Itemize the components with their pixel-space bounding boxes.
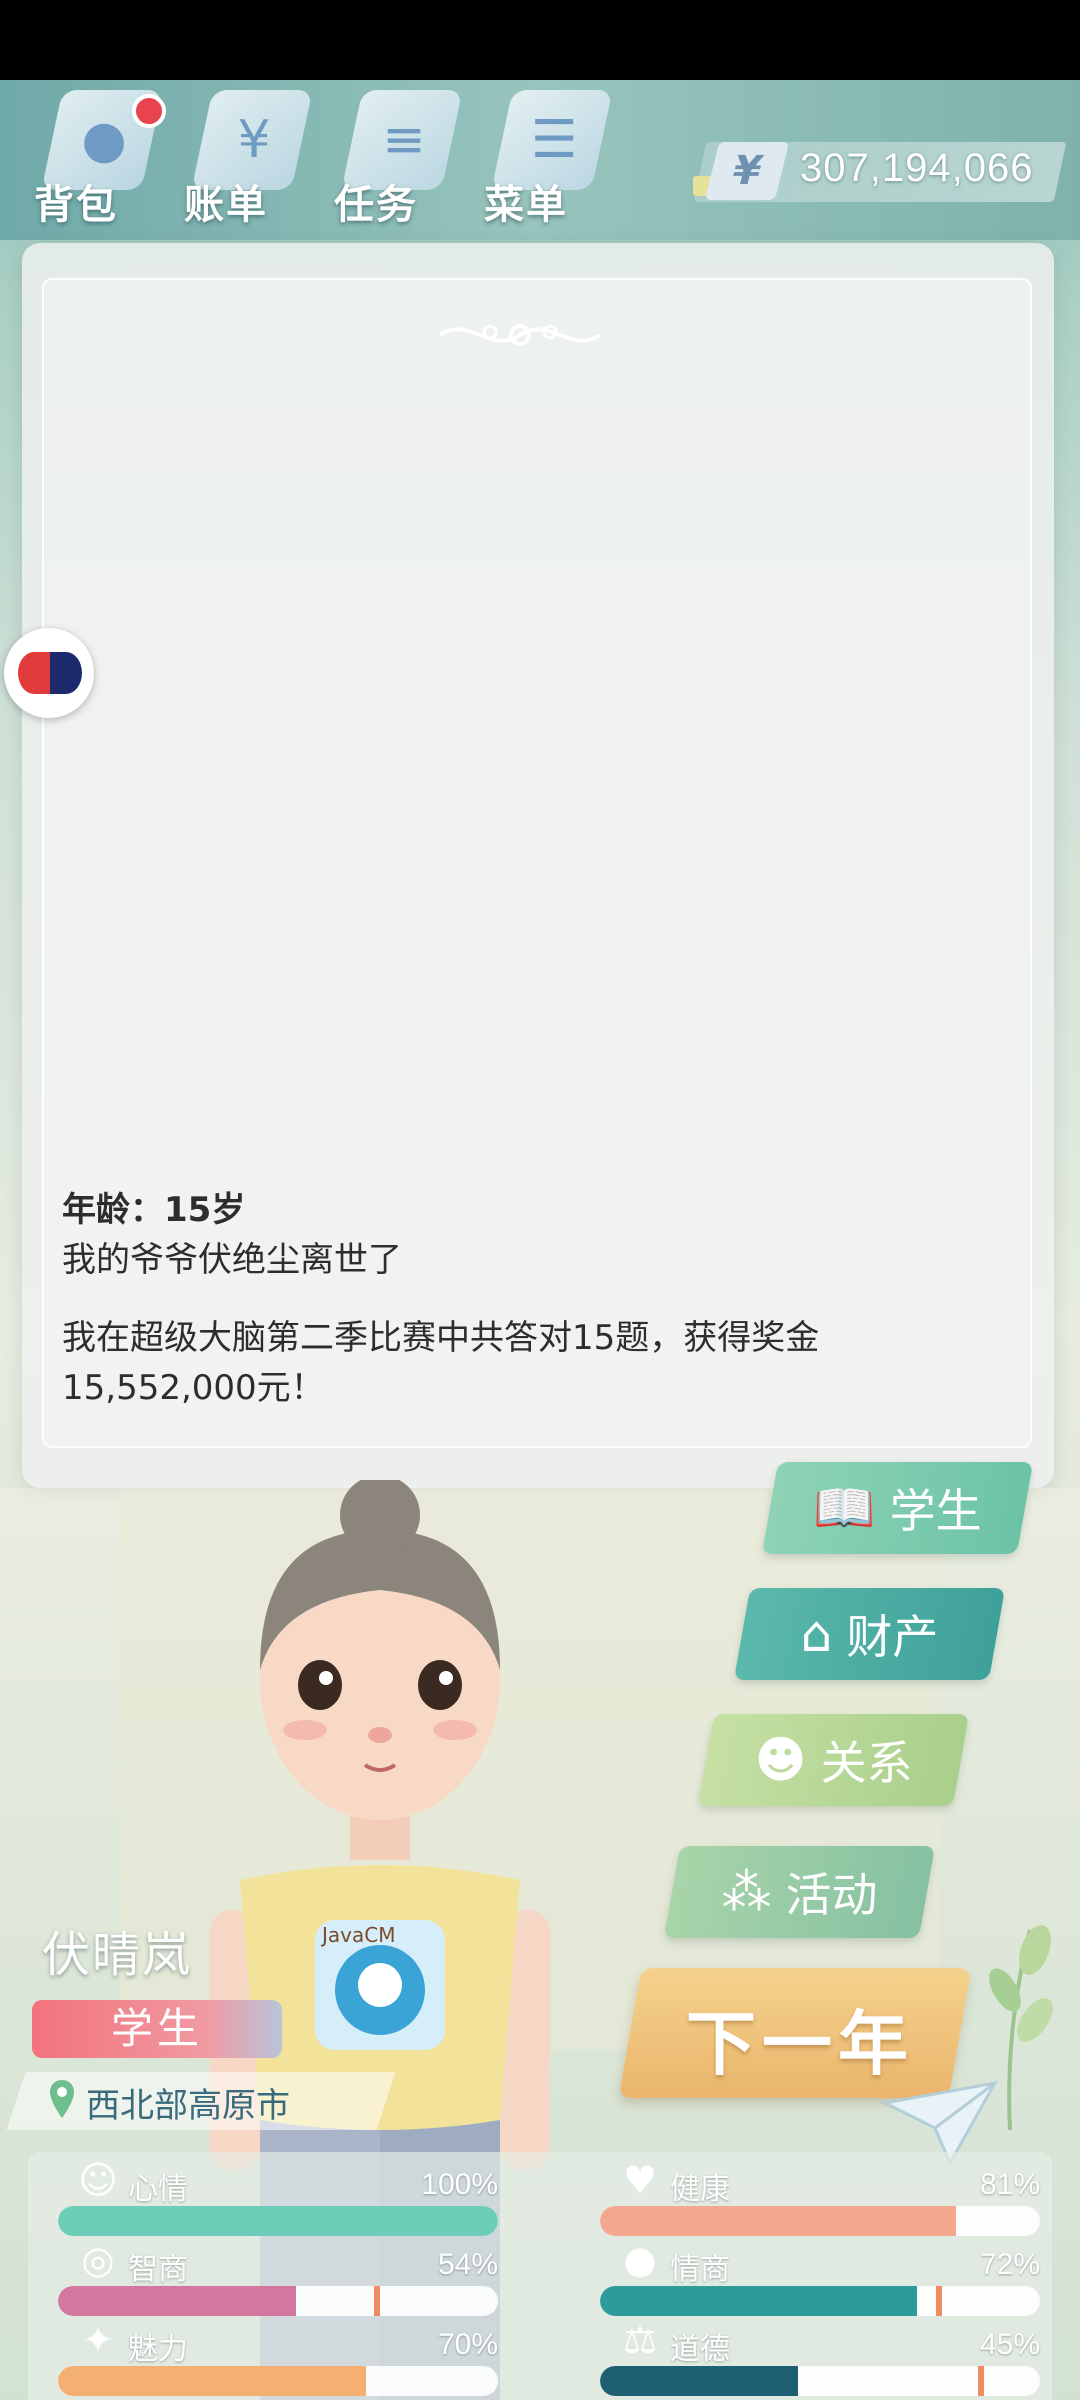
stat-fill xyxy=(58,2206,498,2236)
stat-value: 72% xyxy=(979,2248,1040,2281)
event-age: 年龄：15岁 xyxy=(62,1190,246,1230)
stat-charm: ✦ 魅力 70% xyxy=(58,2318,498,2396)
scale-icon: ⚖ xyxy=(622,2318,658,2362)
stat-marker xyxy=(374,2286,380,2316)
stat-value: 54% xyxy=(437,2248,498,2281)
sparkle-icon: ✦ xyxy=(82,2318,114,2362)
stat-track xyxy=(600,2206,1040,2236)
event-log: 年龄：15岁 我的爷爷伏绝尘离世了 我在超级大脑第二季比赛中共答对15题，获得奖… xyxy=(62,1185,1002,1413)
relation-label: 关系 xyxy=(820,1736,913,1790)
apple-icon: ● xyxy=(623,2238,657,2282)
status-bar xyxy=(0,0,1080,80)
heart-icon: ♥ xyxy=(622,2158,658,2202)
stat-mood: ☺ 心情 100% xyxy=(58,2158,498,2236)
house-icon: ⌂ xyxy=(800,1605,833,1663)
relation-button[interactable]: ☻ 关系 xyxy=(697,1714,970,1806)
location-pin-icon xyxy=(50,2080,74,2118)
property-button[interactable]: ⌂ 财产 xyxy=(733,1588,1006,1680)
money-value: 307,194,066 xyxy=(800,146,1034,190)
stat-fill xyxy=(600,2206,957,2236)
bill-label: 账单 xyxy=(184,182,268,228)
event-line: 我在超级大脑第二季比赛中共答对15题，获得奖金15,552,000元！ xyxy=(62,1318,820,1408)
stat-value: 81% xyxy=(979,2168,1040,2201)
stat-marker xyxy=(978,2366,984,2396)
next-year-label: 下一年 xyxy=(686,2003,914,2085)
floating-assistant-button[interactable] xyxy=(4,628,94,718)
smile-icon: ☺ xyxy=(78,2158,118,2202)
student-button[interactable]: 📖 学生 xyxy=(761,1462,1034,1554)
stat-eq: ● 情商 72% xyxy=(600,2238,1040,2316)
book-icon: 📖 xyxy=(813,1478,876,1537)
location-name: 西北部高原市 xyxy=(86,2086,290,2126)
activity-button[interactable]: ⁂ 活动 xyxy=(663,1846,936,1938)
task-button[interactable]: ≡ 任务 xyxy=(324,80,464,230)
stat-name: 道德 xyxy=(670,2332,730,2367)
stat-fill xyxy=(58,2286,296,2316)
occupation-badge: 学生 xyxy=(32,2000,282,2058)
stat-fill xyxy=(600,2366,798,2396)
menu-button[interactable]: ☰ 菜单 xyxy=(474,80,614,230)
event-line: 我的爷爷伏绝尘离世了 xyxy=(62,1240,402,1280)
stat-track xyxy=(58,2206,498,2236)
stat-fill xyxy=(58,2366,366,2396)
stat-name: 智商 xyxy=(128,2252,188,2287)
menu-label: 菜单 xyxy=(484,182,568,228)
ornament-icon xyxy=(438,324,602,346)
people-icon: ☻ xyxy=(754,1731,807,1789)
bag-label: 背包 xyxy=(34,182,118,228)
stat-name: 心情 xyxy=(128,2172,188,2207)
stat-track xyxy=(58,2366,498,2396)
bag-icon: ● xyxy=(81,110,127,170)
stat-track xyxy=(58,2286,498,2316)
stat-name: 健康 xyxy=(670,2172,730,2207)
stat-marker xyxy=(936,2286,942,2316)
activity-label: 活动 xyxy=(785,1868,878,1922)
stat-value: 100% xyxy=(421,2168,498,2201)
character-name: 伏晴岚 xyxy=(42,1927,193,1983)
bill-button[interactable]: ¥ 账单 xyxy=(174,80,314,230)
task-icon: ≡ xyxy=(382,110,426,170)
currency-icon: ¥ xyxy=(704,142,790,200)
notification-badge xyxy=(132,94,166,128)
stat-value: 70% xyxy=(437,2328,498,2361)
task-label: 任务 xyxy=(334,182,418,228)
stat-name: 魅力 xyxy=(128,2332,188,2367)
shirt-print: JavaCM xyxy=(320,1923,395,1947)
stat-morality: ⚖ 道德 45% xyxy=(600,2318,1040,2396)
stat-health: ♥ 健康 81% xyxy=(600,2158,1040,2236)
stat-iq: ◎ 智商 54% xyxy=(58,2238,498,2316)
floatball-right xyxy=(50,652,82,694)
stat-fill xyxy=(600,2286,917,2316)
menu-icon: ☰ xyxy=(530,110,578,170)
bulb-icon: ◎ xyxy=(81,2238,115,2282)
stat-name: 情商 xyxy=(670,2252,730,2287)
floatball-left xyxy=(18,652,50,694)
stat-track xyxy=(600,2286,1040,2316)
stat-value: 45% xyxy=(979,2328,1040,2361)
activity-icon: ⁂ xyxy=(721,1863,772,1921)
property-label: 财产 xyxy=(846,1610,939,1664)
stat-track xyxy=(600,2366,1040,2396)
bill-icon: ¥ xyxy=(237,110,271,170)
student-label: 学生 xyxy=(889,1484,982,1538)
